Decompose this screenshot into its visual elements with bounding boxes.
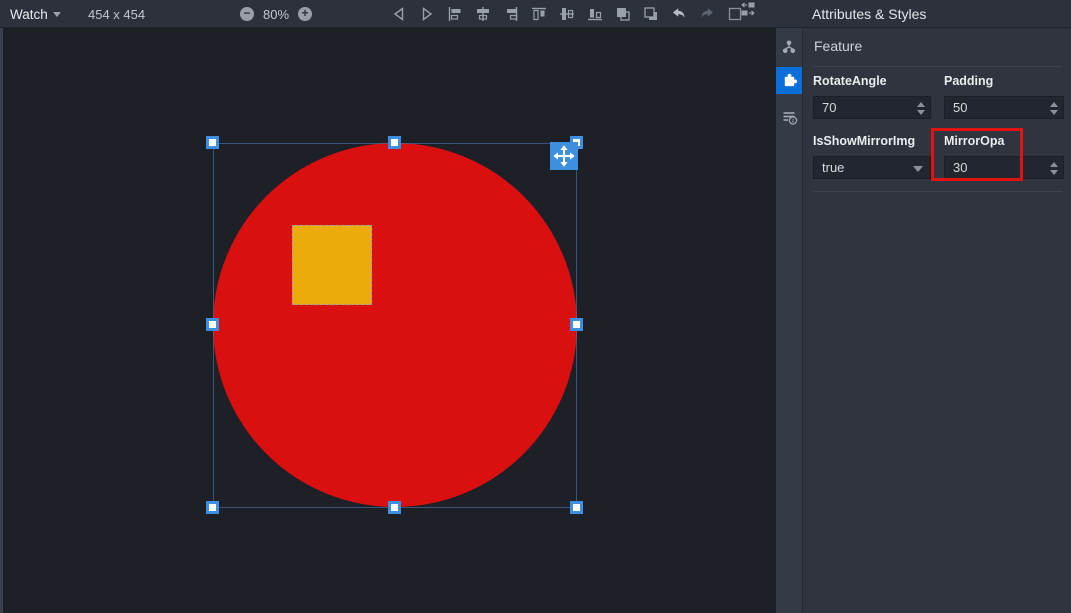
undo-icon[interactable] <box>670 5 688 23</box>
isshowmirrorimg-dropdown[interactable]: true <box>813 156 931 179</box>
zoom-in-button[interactable]: + <box>298 7 312 21</box>
panel-tab-strip <box>776 28 802 613</box>
align-left-icon[interactable] <box>446 5 464 23</box>
isshowmirrorimg-value: true <box>822 160 844 175</box>
zoom-level-value: 80% <box>263 7 289 22</box>
selection-handle-s[interactable] <box>388 501 401 514</box>
selection-handle-sw[interactable] <box>206 501 219 514</box>
red-circle-shape[interactable] <box>213 143 577 507</box>
rotateangle-input[interactable]: 70 <box>813 96 931 119</box>
redo-icon[interactable] <box>698 5 716 23</box>
padding-spinner[interactable] <box>1050 97 1058 120</box>
canvas-left-divider <box>0 28 3 613</box>
swap-position-icon[interactable] <box>739 0 757 18</box>
attributes-panel: Feature RotateAngle 70 Padding 50 IsShow… <box>802 28 1071 613</box>
selection-handle-se[interactable] <box>570 501 583 514</box>
align-bottom-icon[interactable] <box>586 5 604 23</box>
app-window: Watch 454 x 454 − 80% + <box>0 0 1071 613</box>
rotateangle-label: RotateAngle <box>813 74 887 88</box>
hierarchy-icon[interactable] <box>776 33 802 60</box>
align-right-icon[interactable] <box>502 5 520 23</box>
move-handle-icon[interactable] <box>550 142 578 170</box>
selection-handle-w[interactable] <box>206 318 219 331</box>
section-title: Feature <box>814 38 862 54</box>
mirroropa-spinner[interactable] <box>1050 157 1058 180</box>
top-toolbar: Watch 454 x 454 − 80% + <box>0 0 1071 28</box>
send-to-back-icon[interactable] <box>642 5 660 23</box>
align-top-icon[interactable] <box>530 5 548 23</box>
bring-to-front-icon[interactable] <box>614 5 632 23</box>
mirroropa-label: MirrorOpa <box>944 134 1004 148</box>
rotateangle-value: 70 <box>822 100 836 115</box>
separator <box>813 66 1062 67</box>
orange-square-shape[interactable] <box>292 225 372 305</box>
rotateangle-spinner[interactable] <box>917 97 925 120</box>
dropdown-chevron-icon <box>913 166 923 172</box>
separator <box>813 191 1062 192</box>
padding-value: 50 <box>953 100 967 115</box>
selection-handle-n[interactable] <box>388 136 401 149</box>
canvas-size-label: 454 x 454 <box>88 0 145 28</box>
selection-handle-e[interactable] <box>570 318 583 331</box>
padding-label: Padding <box>944 74 993 88</box>
isshowmirrorimg-label: IsShowMirrorImg <box>813 134 915 148</box>
step-back-icon[interactable] <box>390 5 408 23</box>
property-list-icon[interactable] <box>776 103 802 130</box>
zoom-controls: − 80% + <box>240 0 312 28</box>
mirroropa-input[interactable]: 30 <box>944 156 1064 179</box>
align-h-center-icon[interactable] <box>474 5 492 23</box>
align-v-center-icon[interactable] <box>558 5 576 23</box>
device-selector-label: Watch <box>10 7 48 22</box>
chevron-down-icon <box>53 12 61 17</box>
toolbar-icon-group <box>390 0 744 28</box>
zoom-out-button[interactable]: − <box>240 7 254 21</box>
feature-puzzle-icon-active[interactable] <box>776 67 802 94</box>
design-canvas[interactable] <box>0 28 776 613</box>
device-selector[interactable]: Watch <box>10 0 61 28</box>
mirroropa-value: 30 <box>953 160 967 175</box>
padding-input[interactable]: 50 <box>944 96 1064 119</box>
selection-handle-nw[interactable] <box>206 136 219 149</box>
step-forward-icon[interactable] <box>418 5 436 23</box>
panel-title: Attributes & Styles <box>812 0 926 28</box>
